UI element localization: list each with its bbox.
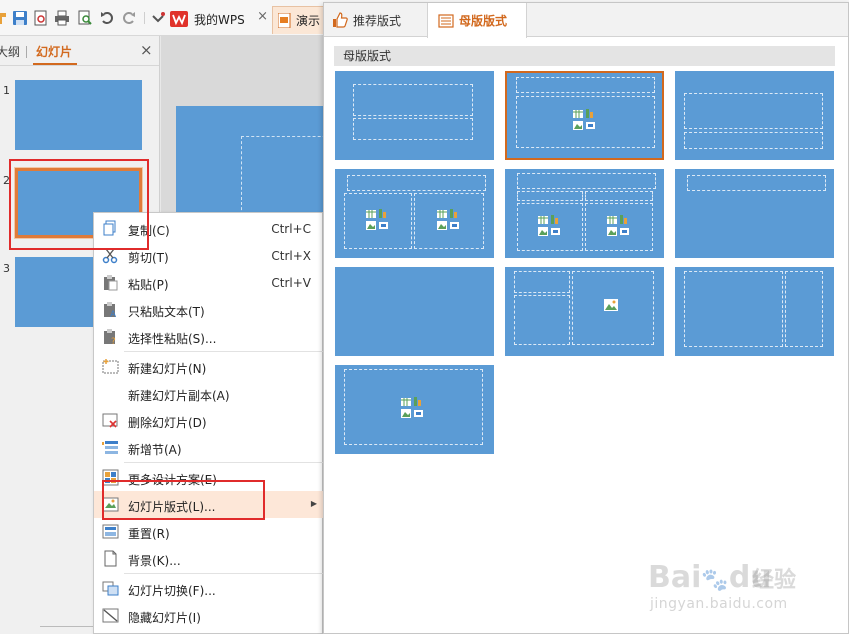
menu-item-label: 隐藏幻灯片(I) <box>128 611 201 625</box>
close-panel-icon[interactable]: × <box>140 41 153 59</box>
menu-shortcut: Ctrl+X <box>271 249 311 263</box>
delete-slide-icon <box>102 413 118 428</box>
layout-thumbnail-content-only[interactable] <box>335 365 494 454</box>
menu-item-label: 新增节(A) <box>128 443 182 457</box>
menu-item-paste-special[interactable]: ? 选择性粘贴(S)... <box>94 323 323 350</box>
watermark-url: jingyan.baidu.com <box>650 596 788 612</box>
layout-thumbnail-blank[interactable] <box>335 267 494 356</box>
menu-item-paste[interactable]: 粘贴(P) Ctrl+V <box>94 269 323 296</box>
submenu-arrow-icon: ▶ <box>310 499 317 508</box>
background-icon <box>104 550 117 567</box>
menu-item-delete-slide[interactable]: 删除幻灯片(D) <box>94 407 323 434</box>
menu-item-slide-transition[interactable]: 幻灯片切换(F)... <box>94 575 323 602</box>
picture-placeholder-icon <box>604 299 618 311</box>
redo-icon[interactable] <box>121 10 137 26</box>
active-tab-underline <box>33 63 77 65</box>
menu-item-label: 剪切(T) <box>128 251 169 265</box>
content-placeholder-icon <box>366 209 388 230</box>
menu-item-label: 粘贴(P) <box>128 278 169 292</box>
layout-thumbnail-title[interactable] <box>335 71 494 160</box>
slide-layout-panel: 推荐版式 母版版式 母版版式 <box>323 2 849 634</box>
menu-shortcut: Ctrl+V <box>271 276 311 290</box>
svg-text:?: ? <box>111 337 116 345</box>
slide-thumbnail-1[interactable] <box>15 80 142 150</box>
menu-item-label: 删除幻灯片(D) <box>128 416 207 430</box>
layout-thumbnail-title-only[interactable] <box>675 169 834 258</box>
new-slide-icon <box>102 359 119 374</box>
menu-item-label: 新建幻灯片(N) <box>128 362 207 376</box>
paste-text-icon: A <box>104 302 117 318</box>
svg-text:A: A <box>110 310 117 318</box>
menu-item-label: 背景(K)... <box>128 554 181 568</box>
menu-item-background[interactable]: 背景(K)... <box>94 545 323 572</box>
content-placeholder-icon <box>607 215 629 236</box>
menu-item-label: 新建幻灯片副本(A) <box>128 389 230 403</box>
layout-thumbnail-content-caption[interactable] <box>505 267 664 356</box>
hide-slide-icon <box>102 608 119 623</box>
print-icon[interactable] <box>54 10 70 26</box>
content-placeholder-icon <box>538 215 560 236</box>
tab-my-wps-label: 我的WPS <box>194 12 245 27</box>
menu-item-hide-slide[interactable]: 隐藏幻灯片(I) <box>94 602 323 629</box>
menu-item-add-section[interactable]: 新增节(A) <box>94 434 323 461</box>
tab-master-label: 母版版式 <box>459 14 508 28</box>
slide-number: 3 <box>3 262 10 275</box>
slide-context-menu: 复制(C) Ctrl+C 剪切(T) Ctrl+X 粘贴(P) Ctrl+V A… <box>93 212 323 634</box>
tab-master-layouts[interactable]: 母版版式 <box>427 3 527 38</box>
print-preview-icon[interactable] <box>77 10 93 26</box>
layout-thumbnail-section-header[interactable] <box>675 71 834 160</box>
menu-item-new-slide[interactable]: 新建幻灯片(N) <box>94 353 323 380</box>
panel-scroll-edge <box>40 626 100 634</box>
content-placeholder-icon <box>573 109 595 130</box>
menu-shortcut: Ctrl+C <box>271 222 311 236</box>
watermark-suffix: 经验 <box>752 568 797 593</box>
content-placeholder-icon <box>437 209 459 230</box>
master-layout-icon <box>438 13 454 28</box>
master-layouts-section-header: 母版版式 <box>334 46 835 66</box>
save-icon[interactable] <box>12 10 28 26</box>
thumbs-up-icon <box>333 12 348 28</box>
menu-item-label: 幻灯片切换(F)... <box>128 584 216 598</box>
layout-thumbnail-vertical-title[interactable] <box>675 267 834 356</box>
highlight-selected-slide <box>9 159 149 250</box>
add-section-icon <box>102 441 118 454</box>
slide-transition-icon <box>102 581 119 596</box>
tab-presentation-label: 演示 <box>296 14 321 28</box>
highlight-slide-layout-item <box>102 480 265 520</box>
paste-special-icon: ? <box>104 329 116 345</box>
menu-item-paste-text-only[interactable]: A 只粘贴文本(T) <box>94 296 323 323</box>
layout-panel-tabs: 推荐版式 母版版式 <box>324 3 848 38</box>
reset-icon <box>102 524 119 539</box>
close-tab-icon[interactable]: × <box>257 9 268 24</box>
tab-my-wps[interactable]: 我的WPS × <box>170 6 270 32</box>
layout-thumbnail-two-content[interactable] <box>335 169 494 258</box>
content-placeholder-icon <box>401 397 423 418</box>
format-painter-icon[interactable] <box>0 10 12 26</box>
presentation-file-icon <box>278 13 291 28</box>
menu-item-reset[interactable]: 重置(R) <box>94 518 323 545</box>
wps-logo-icon <box>170 11 188 27</box>
menu-item-label: 选择性粘贴(S)... <box>128 332 217 346</box>
customize-toolbar-icon[interactable] <box>150 10 166 26</box>
undo-icon[interactable] <box>99 10 115 26</box>
menu-item-label: 只粘贴文本(T) <box>128 305 205 319</box>
layout-thumbnail-comparison[interactable] <box>505 169 664 258</box>
paste-icon <box>104 275 118 291</box>
tab-recommended-layouts[interactable]: 推荐版式 <box>332 3 401 37</box>
slides-panel-tabs: 大纲 幻灯片 × <box>0 36 159 66</box>
menu-item-label: 重置(R) <box>128 527 170 541</box>
menu-item-duplicate-slide[interactable]: 新建幻灯片副本(A) <box>94 380 323 407</box>
tab-outline[interactable]: 大纲 <box>0 43 20 60</box>
tab-divider <box>26 46 27 58</box>
slide-number: 1 <box>3 84 10 97</box>
layout-thumbnail-title-content[interactable] <box>505 71 664 160</box>
export-pdf-icon[interactable] <box>33 10 49 26</box>
tab-recommended-label: 推荐版式 <box>353 13 402 28</box>
tab-slides[interactable]: 幻灯片 <box>36 43 72 60</box>
